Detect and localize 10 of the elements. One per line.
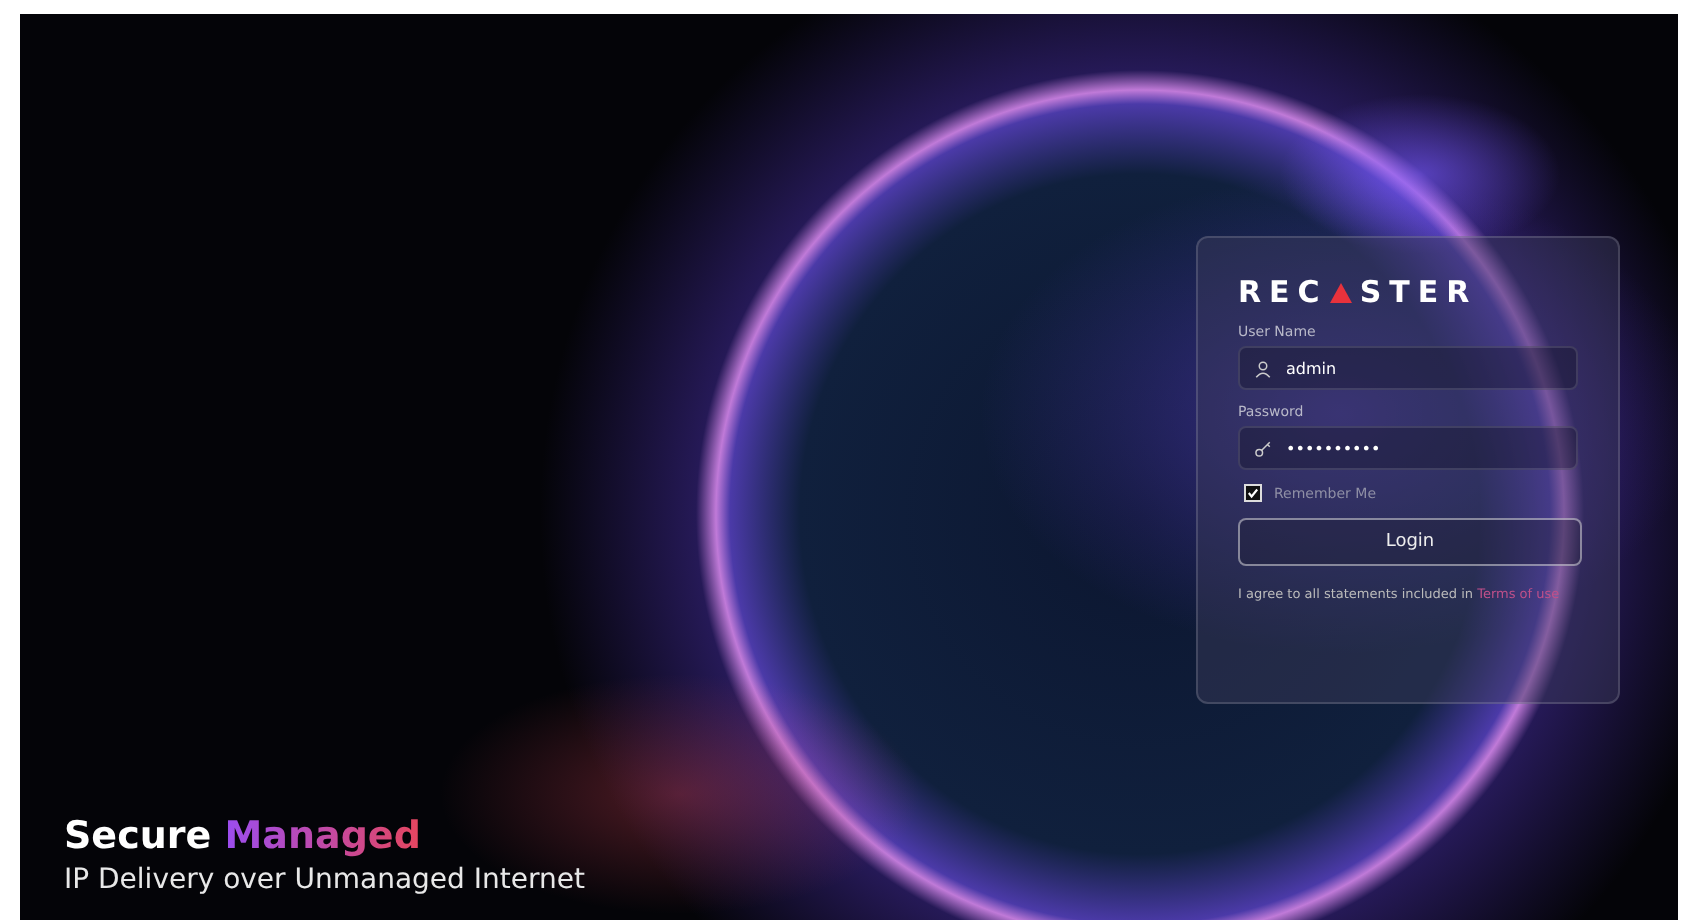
- remember-me-checkbox[interactable]: [1244, 484, 1262, 502]
- logo-text: REC: [1238, 274, 1328, 310]
- headline: Secure: [64, 814, 212, 858]
- triangle-logo-icon: [1329, 282, 1352, 304]
- tagline-subtitle: IP Delivery over Unmanaged Internet: [64, 864, 587, 896]
- key-icon: [1254, 440, 1272, 458]
- logo-text: STER: [1359, 274, 1478, 310]
- headline-highlight: Managed: [224, 814, 421, 858]
- user-icon: [1254, 360, 1272, 378]
- login-button[interactable]: Login: [1238, 518, 1582, 566]
